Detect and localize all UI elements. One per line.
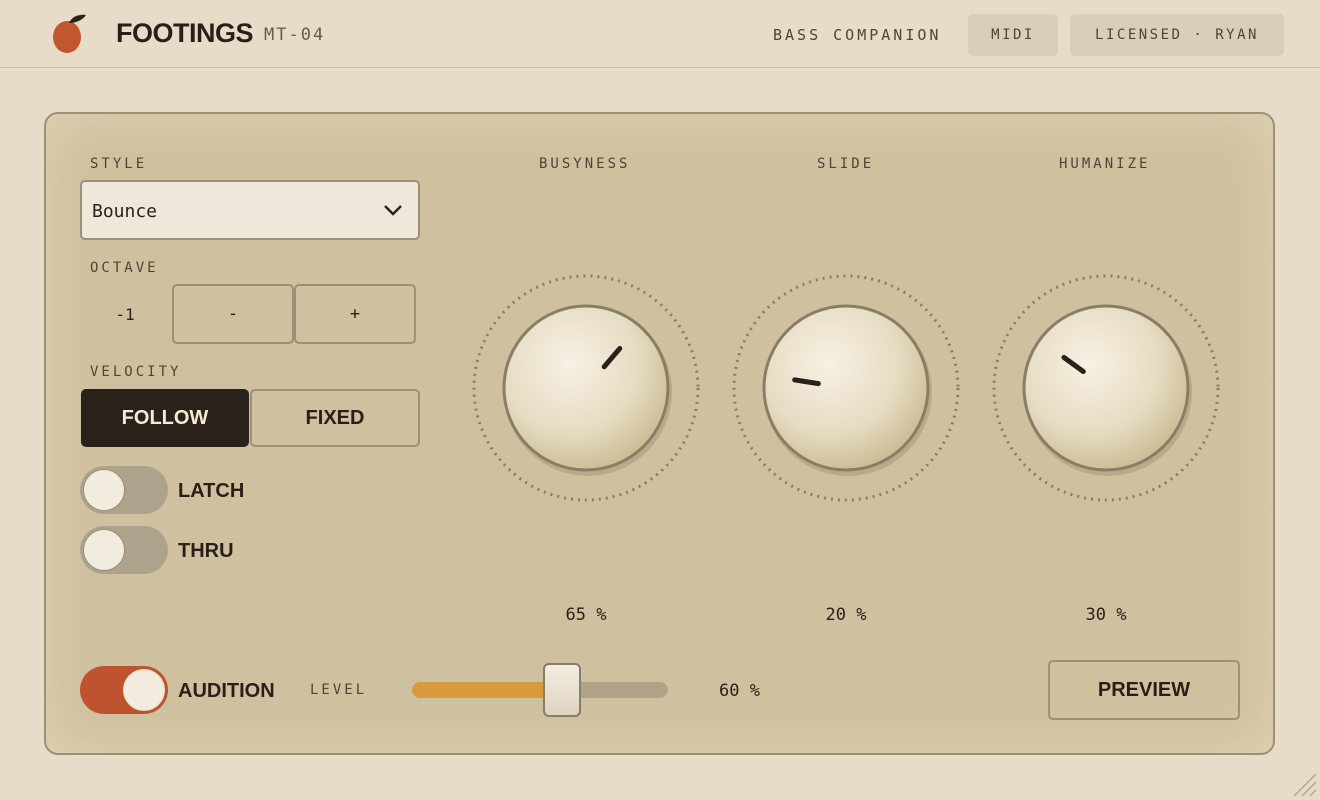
slide-knob-body[interactable] bbox=[762, 304, 930, 472]
preview-button[interactable]: PREVIEW bbox=[1048, 660, 1240, 720]
slide-label: SLIDE bbox=[817, 156, 875, 172]
octave-minus-button[interactable]: - bbox=[172, 284, 294, 344]
octave-label: OCTAVE bbox=[90, 260, 159, 276]
style-select-value: Bounce bbox=[92, 201, 158, 222]
octave-value: -1 bbox=[115, 305, 135, 324]
audition-toggle-knob bbox=[123, 669, 165, 711]
style-select[interactable]: Bounce bbox=[80, 180, 420, 240]
thru-toggle-knob bbox=[83, 529, 125, 571]
style-label: STYLE bbox=[90, 156, 148, 172]
humanize-knob[interactable] bbox=[990, 272, 1222, 504]
latch-toggle[interactable] bbox=[80, 466, 168, 514]
busyness-knob-body[interactable] bbox=[502, 304, 670, 472]
apple-logo-icon bbox=[53, 14, 86, 53]
resize-grip-icon[interactable] bbox=[1290, 770, 1318, 798]
level-slider-fill bbox=[412, 682, 562, 698]
slide-knob[interactable] bbox=[730, 272, 962, 504]
thru-label: THRU bbox=[178, 540, 234, 562]
license-button[interactable]: LICENSED · RYAN bbox=[1070, 14, 1284, 56]
top-bar: FOOTINGS MT-04 BASS COMPANION MIDI LICEN… bbox=[0, 0, 1320, 68]
humanize-knob-body[interactable] bbox=[1022, 304, 1190, 472]
level-label: LEVEL bbox=[310, 682, 368, 698]
latch-label: LATCH bbox=[178, 480, 245, 502]
audition-label: AUDITION bbox=[178, 680, 275, 702]
audition-toggle[interactable] bbox=[80, 666, 168, 714]
octave-plus-button[interactable]: + bbox=[294, 284, 416, 344]
model-number: MT-04 bbox=[264, 25, 326, 45]
chevron-down-icon bbox=[384, 205, 402, 216]
latch-toggle-knob bbox=[83, 469, 125, 511]
level-value: 60 % bbox=[719, 681, 760, 701]
app-title: FOOTINGS bbox=[116, 18, 254, 48]
level-slider-thumb[interactable] bbox=[542, 663, 581, 717]
thru-toggle[interactable] bbox=[80, 526, 168, 574]
busyness-label: BUSYNESS bbox=[539, 156, 631, 172]
busyness-knob[interactable] bbox=[470, 272, 702, 504]
slide-value: 20 % bbox=[825, 605, 867, 625]
humanize-label: HUMANIZE bbox=[1059, 156, 1151, 172]
velocity-fixed-button[interactable]: FIXED bbox=[250, 389, 420, 447]
busyness-value: 65 % bbox=[565, 605, 607, 625]
humanize-value: 30 % bbox=[1085, 605, 1127, 625]
midi-button[interactable]: MIDI bbox=[968, 14, 1058, 56]
velocity-label: VELOCITY bbox=[90, 364, 182, 380]
level-slider-track[interactable] bbox=[412, 682, 668, 698]
velocity-follow-button[interactable]: FOLLOW bbox=[81, 389, 249, 447]
app-subtitle: BASS COMPANION bbox=[773, 26, 942, 44]
